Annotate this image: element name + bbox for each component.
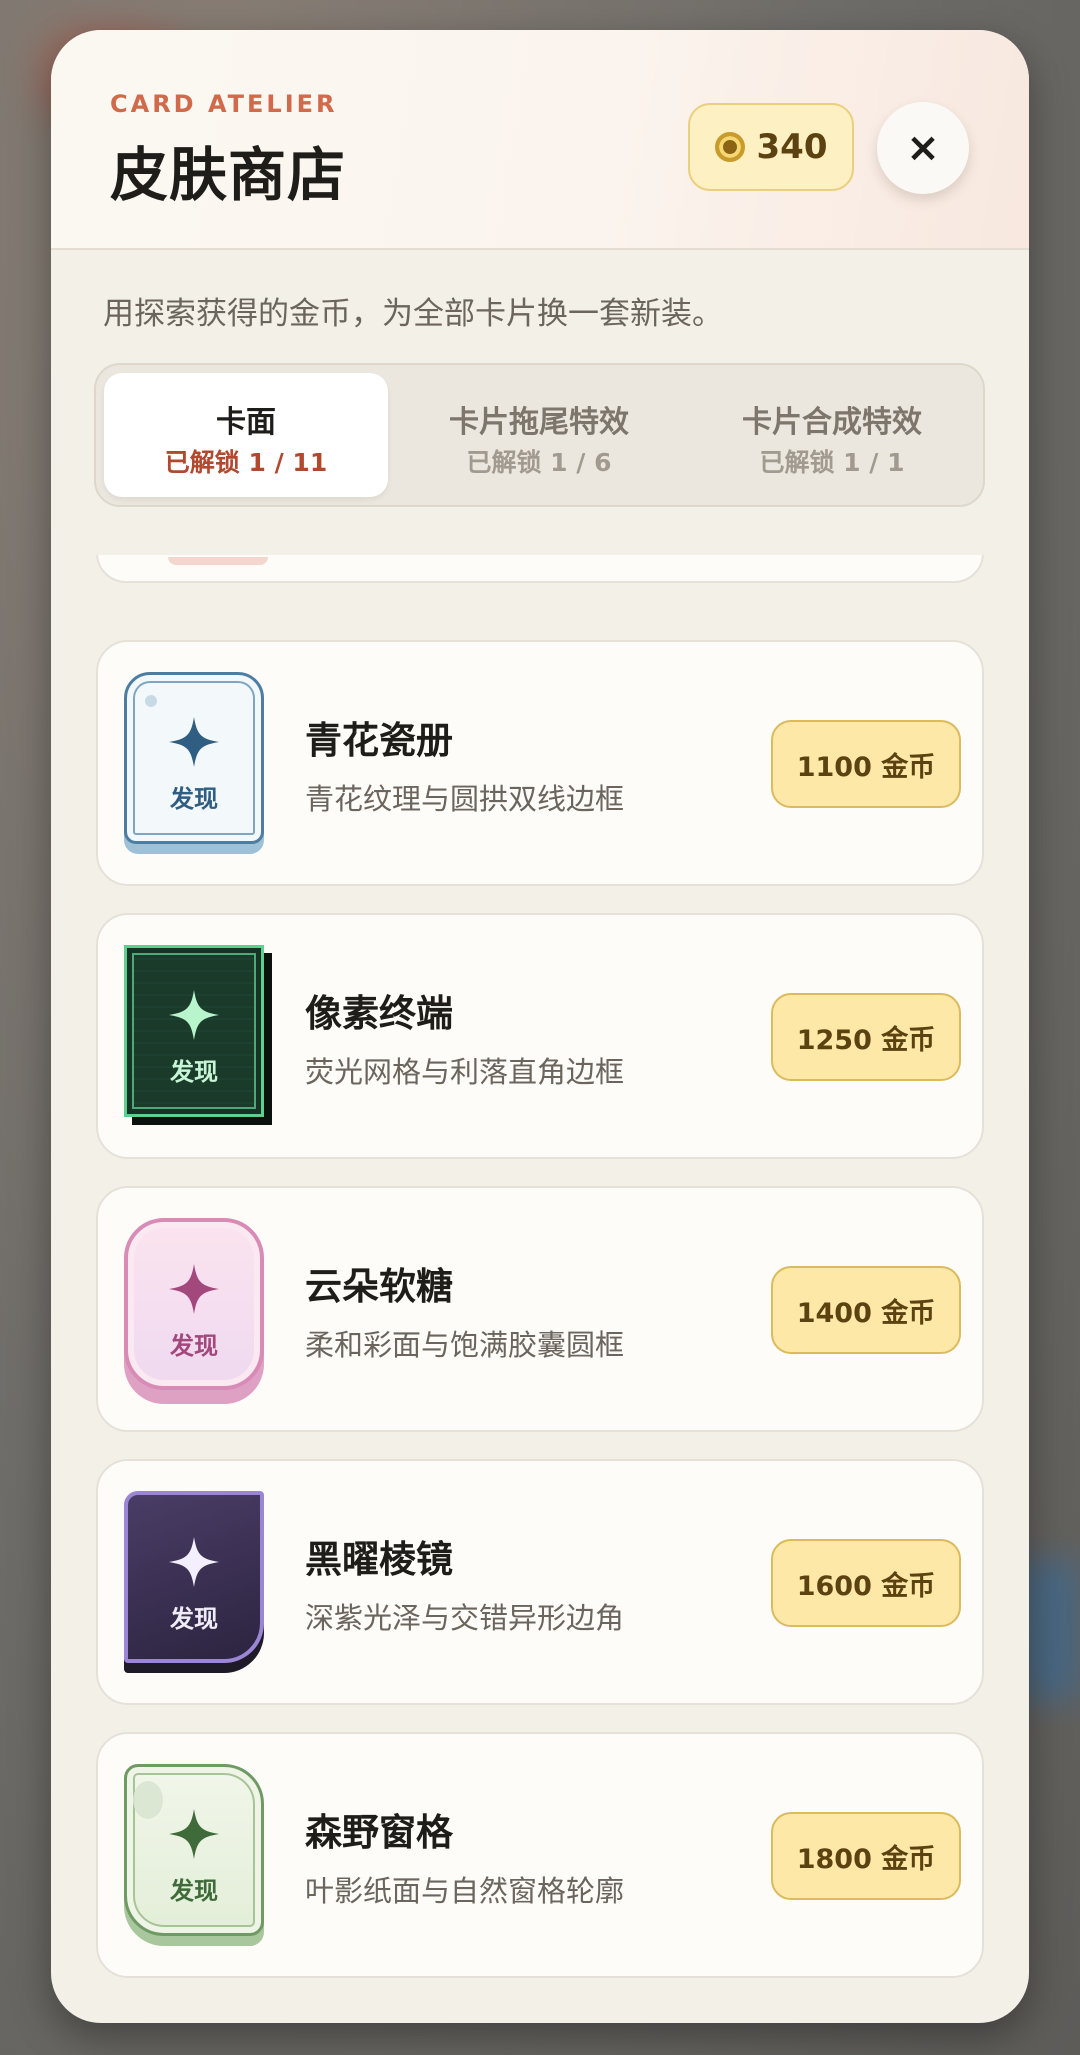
tab-card-face[interactable]: 卡面 已解锁 1 / 11 [104, 373, 388, 497]
list-item-partial[interactable] [96, 555, 984, 583]
close-button[interactable]: × [877, 102, 969, 194]
sparkle-icon [169, 1264, 219, 1314]
tab-label: 卡片合成特效 [742, 405, 922, 440]
skin-name: 云朵软糖 [305, 1265, 453, 1308]
buy-button[interactable]: 1600 金币 [771, 1539, 961, 1627]
category-tabs: 卡面 已解锁 1 / 11 卡片拖尾特效 已解锁 1 / 6 卡片合成特效 已解… [94, 363, 985, 507]
tab-label: 卡面 [216, 405, 276, 440]
intro-text: 用探索获得的金币，为全部卡片换一套新装。 [103, 296, 723, 332]
skin-name: 黑曜棱镜 [305, 1538, 453, 1581]
skin-item[interactable]: 发现 青花瓷册 青花纹理与圆拱双线边框 1100 金币 [96, 640, 984, 886]
tab-unlock-count: 已解锁 1 / 1 [759, 448, 905, 477]
skin-description: 叶影纸面与自然窗格轮廓 [305, 1874, 625, 1908]
sparkle-icon [169, 990, 219, 1040]
skin-description: 荧光网格与利落直角边框 [305, 1055, 625, 1089]
coin-icon [714, 132, 745, 162]
skin-description: 柔和彩面与饱满胶囊圆框 [305, 1328, 625, 1362]
coin-balance: 340 [756, 127, 828, 167]
thumbnail-label: 发现 [170, 1058, 218, 1086]
skin-shop-modal: CARD ATELIER 皮肤商店 340 × 用探索获得的金币，为全部卡片换一… [51, 30, 1029, 2023]
buy-button[interactable]: 1400 金币 [771, 1266, 961, 1354]
tab-unlock-count: 已解锁 1 / 6 [466, 448, 612, 477]
thumbnail-label: 发现 [170, 1332, 218, 1360]
skin-item[interactable]: 发现 黑曜棱镜 深紫光泽与交错异形边角 1600 金币 [96, 1459, 984, 1705]
buy-button[interactable]: 1250 金币 [771, 993, 961, 1081]
modal-header: CARD ATELIER 皮肤商店 340 × [51, 30, 1029, 250]
skin-thumbnail: 发现 [124, 1218, 264, 1404]
sparkle-icon [169, 1537, 219, 1587]
tab-unlock-count: 已解锁 1 / 11 [164, 448, 328, 477]
skin-item[interactable]: 发现 森野窗格 叶影纸面与自然窗格轮廓 1800 金币 [96, 1732, 984, 1978]
skin-thumbnail: 发现 [124, 945, 272, 1125]
thumbnail-label: 发现 [170, 785, 218, 813]
page-title: 皮肤商店 [110, 141, 347, 209]
skin-item[interactable]: 发现 像素终端 荧光网格与利落直角边框 1250 金币 [96, 913, 984, 1159]
tab-card-trail-effect[interactable]: 卡片拖尾特效 已解锁 1 / 6 [397, 373, 681, 497]
skin-list[interactable]: 发现 青花瓷册 青花纹理与圆拱双线边框 1100 金币 发现 像素终端 荧光网格… [51, 555, 1029, 2023]
skin-description: 深紫光泽与交错异形边角 [305, 1601, 625, 1635]
skin-name: 青花瓷册 [305, 719, 453, 762]
thumbnail-label: 发现 [170, 1877, 218, 1905]
tab-card-merge-effect[interactable]: 卡片合成特效 已解锁 1 / 1 [690, 373, 974, 497]
skin-thumbnail: 发现 [124, 672, 264, 854]
thumbnail-label: 发现 [170, 1605, 218, 1633]
close-icon: × [906, 125, 940, 171]
skin-thumbnail: 发现 [124, 1491, 264, 1673]
skin-description: 青花纹理与圆拱双线边框 [305, 782, 625, 816]
skin-thumbnail: 发现 [124, 1764, 264, 1946]
skin-name: 森野窗格 [305, 1811, 453, 1854]
skin-item[interactable]: 发现 云朵软糖 柔和彩面与饱满胶囊圆框 1400 金币 [96, 1186, 984, 1432]
buy-button[interactable]: 1100 金币 [771, 720, 961, 808]
tab-label: 卡片拖尾特效 [449, 405, 629, 440]
coin-balance-badge: 340 [688, 103, 854, 191]
sparkle-icon [169, 717, 219, 767]
eyebrow-label: CARD ATELIER [110, 90, 338, 118]
skin-name: 像素终端 [305, 992, 453, 1035]
sparkle-icon [169, 1809, 219, 1859]
buy-button[interactable]: 1800 金币 [771, 1812, 961, 1900]
